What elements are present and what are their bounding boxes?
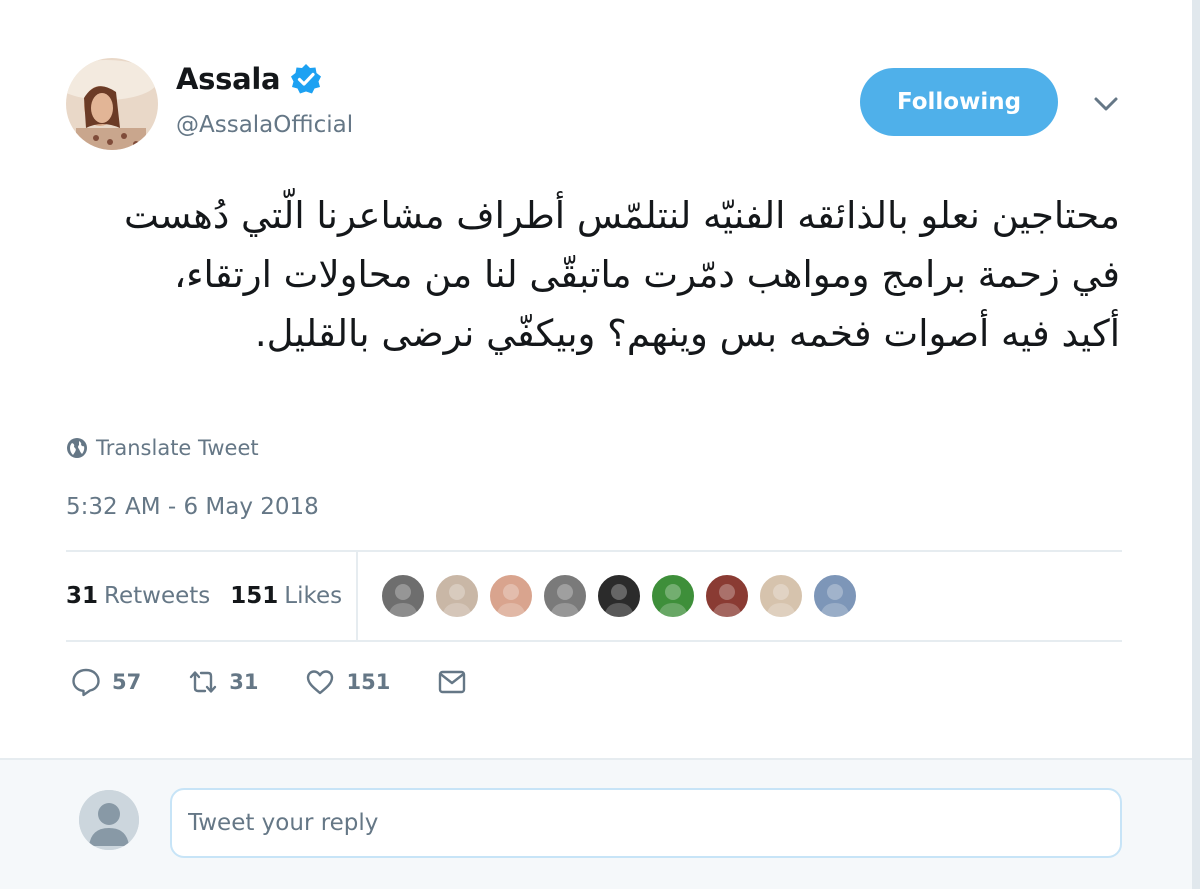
author-handle[interactable]: @AssalaOfficial [176, 112, 353, 138]
following-button[interactable]: Following [860, 68, 1058, 136]
author-name[interactable]: Assala [176, 62, 281, 96]
retweet-icon [190, 671, 217, 693]
liker-avatar[interactable] [434, 573, 480, 619]
like-count: 151 [346, 670, 391, 694]
globe-icon [66, 437, 88, 459]
translate-label[interactable]: Translate Tweet [96, 436, 259, 460]
reply-icon [72, 668, 100, 697]
retweet-action[interactable]: 31 [187, 666, 258, 698]
likes-stat[interactable]: 151 Likes [230, 583, 342, 609]
reply-count: 57 [112, 670, 142, 694]
author-name-row[interactable]: Assala [176, 62, 322, 96]
liker-avatar[interactable] [596, 573, 642, 619]
user-avatar[interactable] [79, 790, 139, 850]
tweet-timestamp[interactable]: 5:32 AM - 6 May 2018 [66, 494, 319, 520]
tweet-actions: 57 31 151 [70, 666, 514, 698]
liker-avatars [380, 573, 858, 619]
envelope-icon [439, 670, 466, 694]
translate-tweet-link[interactable]: Translate Tweet [66, 436, 259, 460]
liker-avatar[interactable] [542, 573, 588, 619]
retweets-count: 31 [66, 583, 99, 609]
reply-input[interactable] [170, 788, 1122, 858]
likes-label: Likes [284, 583, 343, 609]
like-action[interactable]: 151 [304, 666, 390, 698]
heart-icon [307, 670, 334, 695]
liker-avatar[interactable] [812, 573, 858, 619]
liker-avatar[interactable] [488, 573, 534, 619]
direct-message-action[interactable] [436, 666, 468, 698]
liker-avatar[interactable] [758, 573, 804, 619]
likes-count: 151 [230, 583, 279, 609]
author-avatar[interactable] [66, 58, 158, 150]
window-edge [1192, 0, 1200, 889]
liker-avatar[interactable] [380, 573, 426, 619]
divider [66, 640, 1122, 642]
reply-action[interactable]: 57 [70, 666, 141, 698]
liker-avatar[interactable] [650, 573, 696, 619]
stats-separator [356, 552, 358, 640]
tweet-text: محتاجين نعلو بالذائقه الفنيّه لنتلمّس أط… [123, 194, 1120, 355]
chevron-down-icon[interactable] [1092, 92, 1120, 116]
verified-badge-icon [290, 63, 322, 95]
tweet-stats: 31 Retweets 151 Likes [66, 552, 342, 640]
retweet-count: 31 [229, 670, 259, 694]
retweets-label: Retweets [104, 583, 211, 609]
liker-avatar[interactable] [704, 573, 750, 619]
retweets-stat[interactable]: 31 Retweets [66, 583, 210, 609]
